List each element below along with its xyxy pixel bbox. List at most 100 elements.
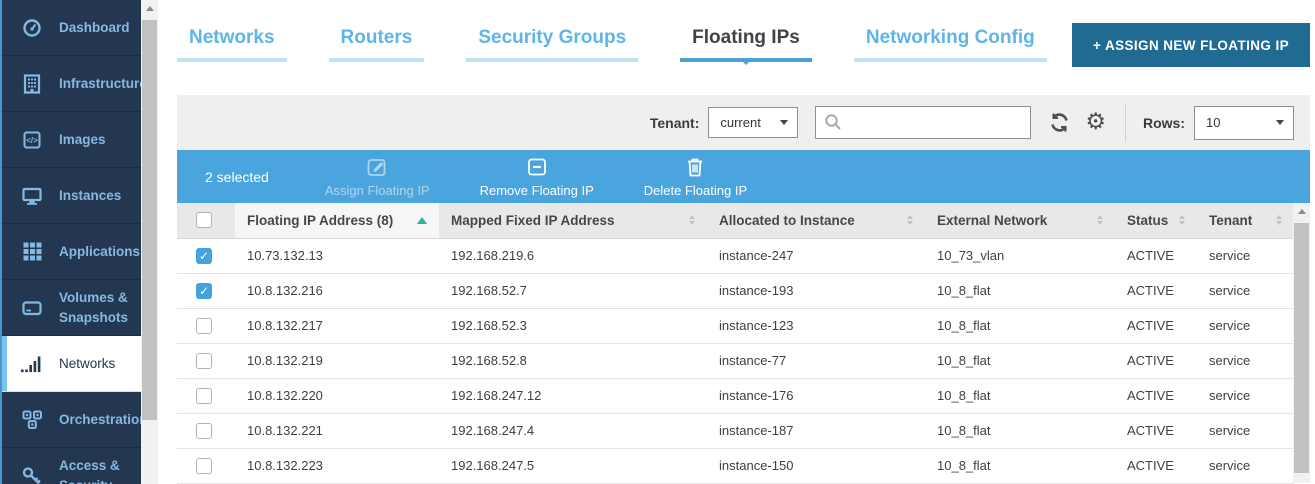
sidebar-scrollbar[interactable] xyxy=(141,0,158,484)
sidebar-item-images[interactable]: </>Images xyxy=(2,112,141,168)
cell-tenant: service xyxy=(1197,378,1294,413)
column-header-tenant[interactable]: Tenant xyxy=(1197,203,1294,238)
tab-floating-ips[interactable]: Floating IPs xyxy=(680,27,812,62)
column-header-label: External Network xyxy=(937,213,1047,228)
cell-allocated-instance: instance-187 xyxy=(707,413,925,448)
sidebar-item-orchestration[interactable]: Orchestration xyxy=(2,392,141,448)
tenant-select-value: current xyxy=(720,115,760,130)
cell-status: ACTIVE xyxy=(1115,448,1197,483)
cell-status: ACTIVE xyxy=(1115,413,1197,448)
tabs-row: Networks Routers Security Groups Floating I… xyxy=(177,0,1310,95)
assign-floating-ip-button[interactable]: Assign Floating IP xyxy=(325,156,430,198)
rows-filter: Rows: 10 xyxy=(1143,106,1294,140)
cell-floating-ip: 10.8.132.220 xyxy=(235,378,439,413)
tab-networks[interactable]: Networks xyxy=(177,27,287,62)
divider xyxy=(1125,104,1126,142)
tenant-select[interactable]: current xyxy=(708,107,798,138)
minus-square-icon xyxy=(526,156,548,181)
cell-mapped-fixed-ip: 192.168.219.6 xyxy=(439,238,707,273)
row-checkbox-cell xyxy=(177,378,235,413)
scroll-up-icon xyxy=(1298,209,1306,214)
sidebar-item-label: Orchestration xyxy=(59,410,141,430)
table-row: 10.8.132.220192.168.247.12instance-17610… xyxy=(177,378,1294,413)
column-header-label: Status xyxy=(1127,213,1168,228)
scrollbar-thumb[interactable] xyxy=(142,20,157,420)
dashboard-icon xyxy=(20,18,44,38)
cell-allocated-instance: instance-176 xyxy=(707,378,925,413)
tab-security-groups[interactable]: Security Groups xyxy=(466,27,638,62)
tab-routers[interactable]: Routers xyxy=(329,27,425,62)
cell-status: ACTIVE xyxy=(1115,378,1197,413)
cell-floating-ip: 10.8.132.219 xyxy=(235,343,439,378)
tenant-label: Tenant: xyxy=(650,115,700,131)
access-security-icon xyxy=(20,466,44,484)
remove-floating-ip-button[interactable]: Remove Floating IP xyxy=(480,156,594,198)
row-checkbox[interactable] xyxy=(196,423,212,439)
row-checkbox[interactable] xyxy=(196,353,212,369)
cell-mapped-fixed-ip: 192.168.247.12 xyxy=(439,378,707,413)
action-button-label: Remove Floating IP xyxy=(480,183,594,198)
table-scrollbar[interactable] xyxy=(1293,203,1310,483)
row-checkbox[interactable] xyxy=(196,283,212,299)
column-header-external-network[interactable]: External Network xyxy=(925,203,1115,238)
scroll-up-button[interactable] xyxy=(141,0,158,17)
scrollbar-thumb[interactable] xyxy=(1294,223,1309,473)
cell-floating-ip: 10.73.132.13 xyxy=(235,238,439,273)
infrastructure-icon xyxy=(20,74,44,94)
cell-floating-ip: 10.8.132.216 xyxy=(235,273,439,308)
cell-mapped-fixed-ip: 192.168.52.7 xyxy=(439,273,707,308)
sort-icon xyxy=(1276,215,1282,225)
cell-mapped-fixed-ip: 192.168.247.5 xyxy=(439,448,707,483)
sidebar-item-label: Dashboard xyxy=(59,18,130,38)
column-header-floating-ip-address-8[interactable]: Floating IP Address (8) xyxy=(235,203,439,238)
orchestration-icon xyxy=(20,410,44,430)
sort-icon xyxy=(689,215,695,225)
cell-allocated-instance: instance-247 xyxy=(707,238,925,273)
column-header-status[interactable]: Status xyxy=(1115,203,1197,238)
cell-allocated-instance: instance-123 xyxy=(707,308,925,343)
select-all-checkbox[interactable] xyxy=(196,212,212,228)
sidebar-item-volumes-snapshots[interactable]: Volumes & Snapshots xyxy=(2,280,141,336)
tab-networking-config[interactable]: Networking Config xyxy=(854,27,1047,62)
column-header-label: Allocated to Instance xyxy=(719,213,855,228)
cell-status: ACTIVE xyxy=(1115,343,1197,378)
gear-icon[interactable]: ⚙ xyxy=(1085,111,1106,134)
cell-external-network: 10_73_vlan xyxy=(925,238,1115,273)
selected-count: 2 selected xyxy=(205,169,269,185)
svg-text:</>: </> xyxy=(26,136,38,145)
row-checkbox[interactable] xyxy=(196,388,212,404)
table-row: 10.8.132.223192.168.247.5instance-15010_… xyxy=(177,448,1294,483)
sort-ascending-icon xyxy=(417,217,427,224)
sidebar-item-infrastructure[interactable]: Infrastructure xyxy=(2,56,141,112)
scroll-up-button[interactable] xyxy=(1293,203,1310,220)
search-input[interactable] xyxy=(815,106,1031,139)
row-checkbox[interactable] xyxy=(196,458,212,474)
cell-floating-ip: 10.8.132.223 xyxy=(235,448,439,483)
row-checkbox-cell xyxy=(177,308,235,343)
rows-select[interactable]: 10 xyxy=(1194,106,1294,140)
cell-external-network: 10_8_flat xyxy=(925,413,1115,448)
row-checkbox[interactable] xyxy=(196,318,212,334)
sort-icon xyxy=(1097,215,1103,225)
cell-external-network: 10_8_flat xyxy=(925,378,1115,413)
edit-square-icon xyxy=(366,156,388,181)
scroll-up-icon xyxy=(146,6,154,11)
chevron-down-icon xyxy=(1276,120,1284,125)
assign-new-floating-ip-button[interactable]: + ASSIGN NEW FLOATING IP xyxy=(1072,23,1310,67)
refresh-button[interactable] xyxy=(1049,112,1070,133)
row-checkbox[interactable] xyxy=(196,248,212,264)
table-row: 10.8.132.221192.168.247.4instance-18710_… xyxy=(177,413,1294,448)
main-content: Networks Routers Security Groups Floating I… xyxy=(158,0,1315,484)
column-header-label: Mapped Fixed IP Address xyxy=(451,213,615,228)
sidebar-item-applications[interactable]: Applications xyxy=(2,224,141,280)
sort-icon xyxy=(1179,215,1185,225)
delete-floating-ip-button[interactable]: Delete Floating IP xyxy=(644,156,747,198)
sidebar-item-instances[interactable]: Instances xyxy=(2,168,141,224)
row-checkbox-cell xyxy=(177,343,235,378)
table-row: 10.8.132.216192.168.52.7instance-19310_8… xyxy=(177,273,1294,308)
sidebar-item-dashboard[interactable]: Dashboard xyxy=(2,0,141,56)
column-header-mapped-fixed-ip-address[interactable]: Mapped Fixed IP Address xyxy=(439,203,707,238)
sidebar-item-networks[interactable]: Networks xyxy=(2,336,141,392)
column-header-allocated-to-instance[interactable]: Allocated to Instance xyxy=(707,203,925,238)
sidebar-item-access-security[interactable]: Access & Security xyxy=(2,448,141,484)
